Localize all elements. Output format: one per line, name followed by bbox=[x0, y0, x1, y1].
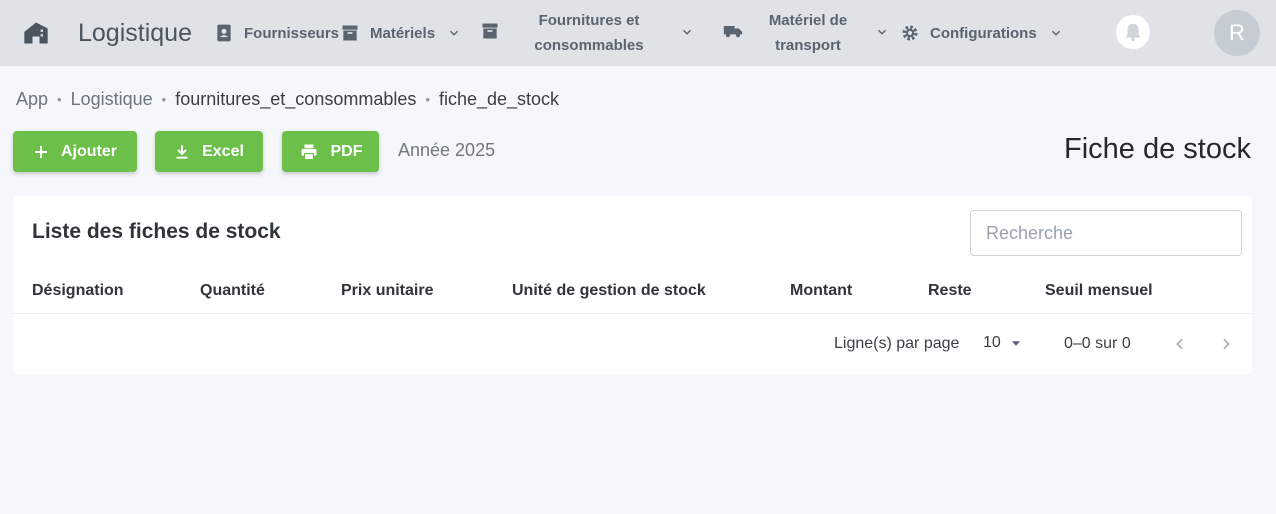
notifications-button[interactable] bbox=[1116, 15, 1150, 49]
page-title: Fiche de stock bbox=[1064, 133, 1251, 165]
pdf-export-button[interactable]: PDF bbox=[282, 131, 379, 172]
add-button-label: Ajouter bbox=[61, 142, 117, 160]
nav-item-transport[interactable]: Matériel de transport bbox=[756, 8, 860, 58]
brand-title[interactable]: Logistique bbox=[78, 17, 192, 49]
chevron-down-icon bbox=[450, 30, 459, 36]
nav-label-transport-2: transport bbox=[775, 37, 841, 54]
excel-button-label: Excel bbox=[202, 142, 244, 160]
nav-item-supplies[interactable]: Fournitures et consommables bbox=[520, 8, 658, 58]
column-header-amount[interactable]: Montant bbox=[790, 282, 852, 300]
rows-per-page-label: Ligne(s) par page bbox=[834, 335, 960, 352]
breadcrumb-item-app[interactable]: App bbox=[16, 89, 48, 110]
truck-icon[interactable] bbox=[722, 21, 744, 41]
avatar[interactable]: R bbox=[1214, 10, 1260, 56]
table-divider bbox=[13, 313, 1252, 314]
column-header-quantity[interactable]: Quantité bbox=[200, 282, 265, 300]
nav-label-supplies-2: consommables bbox=[534, 37, 644, 54]
nav-label-transport-1: Matériel de bbox=[768, 12, 848, 29]
nav-label-supplies-1: Fournitures et bbox=[538, 12, 640, 29]
stock-sheet-card: Liste des fiches de stock Désignation Qu… bbox=[13, 196, 1252, 374]
gear-icon bbox=[902, 25, 918, 41]
nav-label-suppliers: Fournisseurs bbox=[244, 24, 340, 42]
breadcrumb-separator: • bbox=[57, 91, 62, 107]
nav-label-materials: Matériels bbox=[370, 24, 436, 42]
nav-item-settings[interactable]: Configurations bbox=[900, 18, 1063, 48]
chevron-down-icon[interactable] bbox=[680, 25, 694, 39]
chevron-down-icon[interactable] bbox=[875, 25, 889, 39]
column-header-remaining[interactable]: Reste bbox=[928, 282, 972, 300]
nav-item-materials[interactable]: Matériels bbox=[340, 18, 461, 48]
nav-label-settings: Configurations bbox=[930, 24, 1037, 42]
download-icon bbox=[176, 144, 188, 159]
plus-icon bbox=[35, 145, 47, 158]
pdf-button-label: PDF bbox=[330, 142, 363, 160]
breadcrumb-item-supplies[interactable]: fournitures_et_consommables bbox=[175, 89, 416, 110]
top-navbar: Logistique Fournisseurs Matériels Fourni… bbox=[0, 0, 1276, 66]
excel-export-button[interactable]: Excel bbox=[155, 131, 263, 172]
chevron-down-icon bbox=[1051, 30, 1060, 36]
archive-icon[interactable] bbox=[480, 21, 500, 41]
next-page-button[interactable] bbox=[1215, 333, 1237, 355]
bell-icon bbox=[1125, 23, 1141, 42]
breadcrumb-item-logistique[interactable]: Logistique bbox=[71, 89, 153, 110]
rows-per-page-select[interactable]: 10 bbox=[983, 334, 1023, 352]
breadcrumb: App • Logistique • fournitures_et_consom… bbox=[16, 86, 559, 112]
column-header-monthly-threshold[interactable]: Seuil mensuel bbox=[1045, 282, 1153, 300]
previous-page-button[interactable] bbox=[1169, 333, 1191, 355]
contacts-icon bbox=[217, 24, 231, 42]
year-label: Année 2025 bbox=[398, 140, 496, 160]
printer-icon bbox=[301, 144, 316, 160]
breadcrumb-separator: • bbox=[161, 91, 167, 107]
breadcrumb-separator: • bbox=[425, 91, 430, 107]
column-header-designation[interactable]: Désignation bbox=[32, 282, 124, 300]
add-button[interactable]: Ajouter bbox=[13, 131, 137, 172]
breadcrumb-item-current: fiche_de_stock bbox=[438, 88, 560, 109]
column-header-stock-unit[interactable]: Unité de gestion de stock bbox=[512, 282, 706, 300]
table-title: Liste des fiches de stock bbox=[32, 220, 281, 243]
caret-down-icon bbox=[1011, 341, 1020, 346]
rows-per-page-value: 10 bbox=[983, 334, 1001, 351]
archive-icon bbox=[342, 25, 358, 41]
chevron-right-icon bbox=[1223, 338, 1230, 350]
home-icon[interactable] bbox=[22, 19, 50, 47]
chevron-left-icon bbox=[1176, 338, 1183, 350]
search-input[interactable] bbox=[970, 210, 1242, 256]
pagination-range: 0–0 sur 0 bbox=[1064, 335, 1131, 352]
column-header-unit-price[interactable]: Prix unitaire bbox=[341, 282, 433, 300]
nav-item-suppliers[interactable]: Fournisseurs bbox=[214, 18, 339, 48]
